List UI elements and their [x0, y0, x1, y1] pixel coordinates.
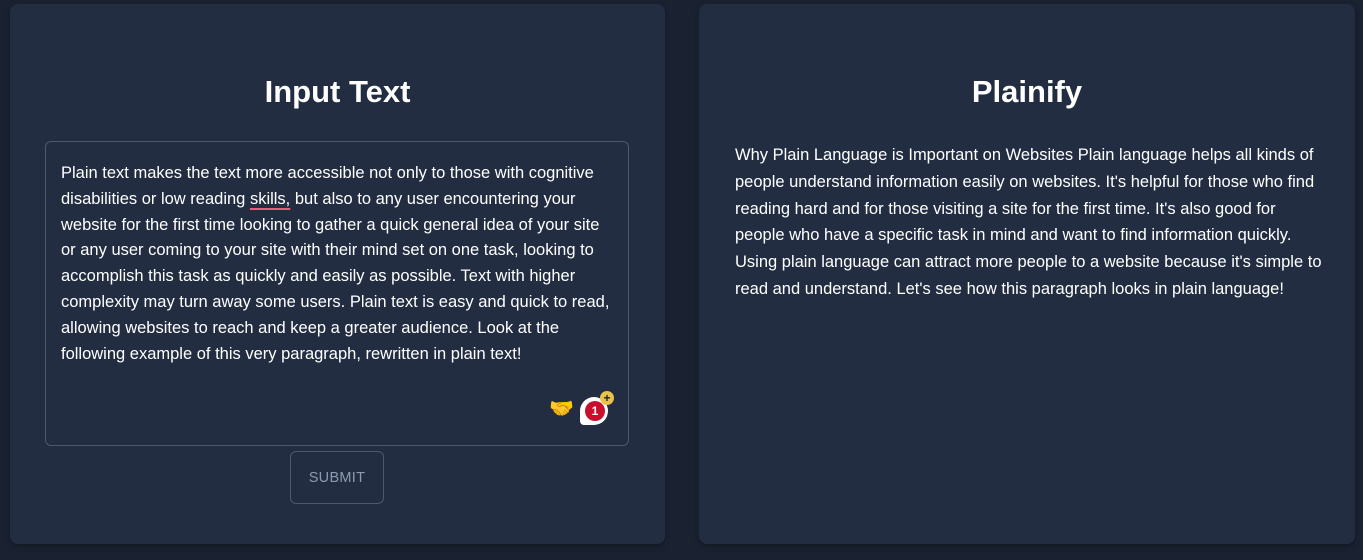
input-text-after: but also to any user encountering your w… [61, 189, 610, 363]
submit-button[interactable]: SUBMIT [290, 451, 384, 504]
input-text-content[interactable]: Plain text makes the text more accessibl… [61, 161, 613, 367]
input-panel-title: Input Text [264, 74, 411, 109]
output-text: Why Plain Language is Important on Websi… [735, 146, 1322, 298]
spellcheck-flagged-word[interactable]: skills, [250, 190, 290, 208]
app-page: Input Text Plain text makes the text mor… [0, 0, 1363, 560]
plus-icon: + [600, 391, 614, 405]
output-panel: Plainify Why Plain Language is Important… [699, 4, 1355, 544]
grammar-extension-widget: 🤝 1 + [549, 391, 614, 425]
input-textarea[interactable]: Plain text makes the text more accessibl… [45, 141, 629, 446]
input-panel: Input Text Plain text makes the text mor… [10, 4, 665, 544]
badge-count: 1 [585, 401, 605, 421]
grammar-badge-icon[interactable]: 1 + [580, 391, 614, 425]
handshake-icon[interactable]: 🤝 [549, 399, 574, 419]
output-panel-title: Plainify [971, 74, 1083, 109]
